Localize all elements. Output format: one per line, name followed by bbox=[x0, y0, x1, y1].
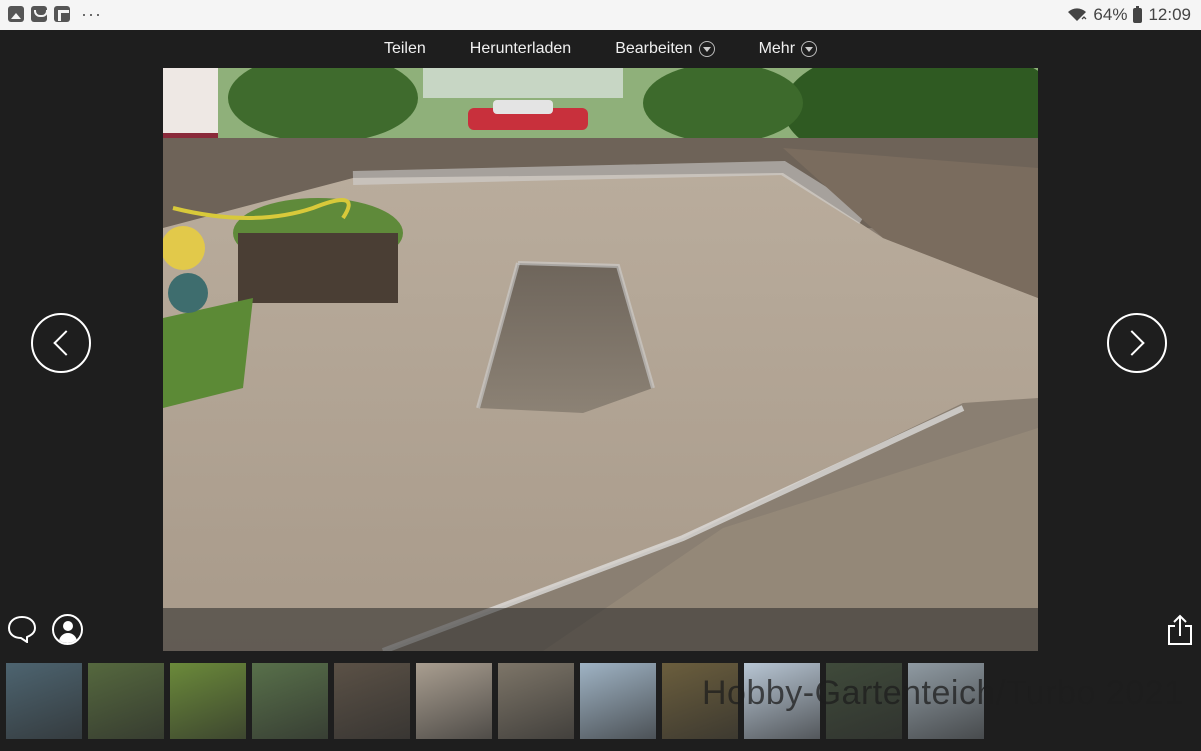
pond-excavation-image bbox=[163, 68, 1038, 651]
battery-icon bbox=[1133, 5, 1143, 23]
thumbnail-4[interactable] bbox=[252, 663, 328, 739]
user-head-shape bbox=[63, 621, 73, 631]
status-right: 64% 12:09 bbox=[1067, 5, 1191, 25]
thumbnail-8[interactable] bbox=[580, 663, 656, 739]
photo-viewer: ··· 64% 12:09 Teilen Herunterladen Bearb… bbox=[0, 0, 1201, 751]
chevron-down-icon bbox=[698, 41, 715, 57]
share-button[interactable]: Teilen bbox=[384, 40, 426, 58]
download-button[interactable]: Herunterladen bbox=[470, 40, 571, 58]
thumbnail-5[interactable] bbox=[334, 663, 410, 739]
thumbnail-6[interactable] bbox=[416, 663, 492, 739]
next-image-button[interactable] bbox=[1107, 313, 1167, 373]
chevron-down-icon bbox=[801, 41, 818, 57]
more-notifications-icon: ··· bbox=[81, 4, 102, 24]
thumbnail-1[interactable] bbox=[6, 663, 82, 739]
more-dropdown[interactable]: Mehr bbox=[758, 40, 818, 58]
clock: 12:09 bbox=[1148, 5, 1191, 24]
share-label: Teilen bbox=[383, 40, 426, 57]
mail-icon bbox=[31, 6, 48, 22]
more-label: Mehr bbox=[758, 40, 796, 57]
user-icon[interactable] bbox=[52, 614, 83, 645]
status-bar: ··· 64% 12:09 bbox=[0, 0, 1201, 30]
edit-label: Bearbeiten bbox=[615, 40, 693, 57]
thumbnail-7[interactable] bbox=[498, 663, 574, 739]
gallery-icon bbox=[8, 6, 24, 22]
action-bar: Teilen Herunterladen Bearbeiten Mehr bbox=[0, 30, 1201, 68]
thumbnail-3[interactable] bbox=[170, 663, 246, 739]
flipboard-icon bbox=[54, 6, 70, 22]
download-label: Herunterladen bbox=[469, 40, 572, 57]
wifi-icon bbox=[1068, 8, 1087, 21]
main-photo[interactable] bbox=[163, 68, 1038, 651]
previous-image-button[interactable] bbox=[31, 313, 91, 373]
comment-icon[interactable] bbox=[7, 615, 37, 643]
user-body-shape bbox=[59, 633, 77, 643]
thumbnail-2[interactable] bbox=[88, 663, 164, 739]
notification-icons: ··· bbox=[8, 4, 102, 24]
share-upload-icon[interactable] bbox=[1167, 614, 1193, 646]
edit-dropdown[interactable]: Bearbeiten bbox=[615, 40, 715, 58]
battery-percent: 64% bbox=[1093, 5, 1128, 24]
watermark-text: Hobby-Gartenteich/Turbo 2021 bbox=[702, 674, 1184, 712]
